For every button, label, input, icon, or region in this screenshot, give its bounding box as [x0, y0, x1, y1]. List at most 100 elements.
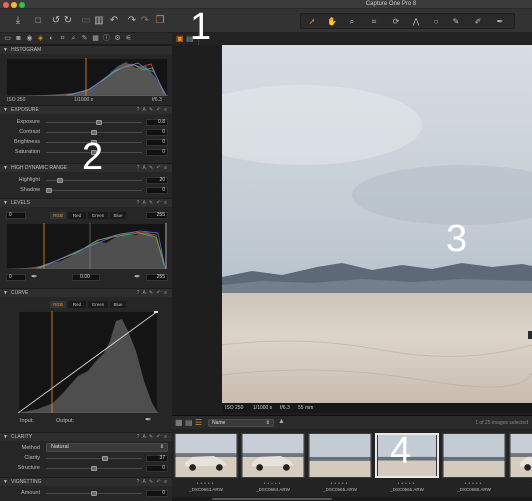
- collapse-caret-icon[interactable]: ▼: [3, 478, 8, 486]
- hdr-value-field[interactable]: 0: [146, 187, 168, 194]
- clarity-header[interactable]: ▼ CLARITY ? A ✎ ↶ ≡: [0, 432, 172, 441]
- hdr-slider-knob[interactable]: [46, 188, 52, 193]
- panel-actions-icons[interactable]: ? A ✎ ↶ ≡: [137, 199, 168, 207]
- compare-icon[interactable]: ▭: [80, 14, 92, 28]
- panel-actions-icons[interactable]: ? A ✎ ↶ ≡: [137, 289, 168, 297]
- levels-input-high[interactable]: 255: [146, 212, 168, 219]
- rotate-icon[interactable]: ⟳: [389, 16, 403, 27]
- thumbnail[interactable]: [509, 433, 532, 478]
- details-tab-icon[interactable]: ⌕: [69, 34, 78, 44]
- trash-icon[interactable]: ▥: [93, 14, 105, 28]
- exposure-value-field[interactable]: 0: [146, 129, 168, 136]
- crop-icon[interactable]: ⌗: [367, 16, 381, 27]
- panel-actions-icons[interactable]: ? A ✎ ↶ ≡: [137, 478, 168, 486]
- levels-tab-blue[interactable]: Blue: [110, 212, 126, 219]
- capture-tab-icon[interactable]: ◙: [14, 34, 23, 44]
- exposure-slider-track[interactable]: [46, 122, 142, 123]
- thumbnail[interactable]: [442, 433, 506, 478]
- clarity-value-field[interactable]: 37: [146, 455, 168, 462]
- minimize-window-button[interactable]: [11, 2, 17, 8]
- batch-tab-icon[interactable]: ⚟: [124, 34, 133, 44]
- exposure-header[interactable]: ▼ EXPOSURE ? A ✎ ↶ ≡: [0, 105, 172, 114]
- grid-view-icon[interactable]: ▦: [175, 418, 183, 427]
- thumbnail[interactable]: [174, 433, 238, 478]
- metadata-tab-icon[interactable]: ⓘ: [102, 34, 111, 44]
- camera-icon[interactable]: ◘: [32, 14, 44, 28]
- clarity-slider-knob[interactable]: [91, 466, 97, 471]
- eraser-icon[interactable]: ✐: [471, 16, 485, 27]
- vignetting-header[interactable]: ▼ VIGNETTING ? A ✎ ↶ ≡: [0, 477, 172, 486]
- list-view-icon[interactable]: ▤: [185, 418, 193, 427]
- lens-tab-icon[interactable]: ◉: [25, 34, 34, 44]
- levels-picker-light-icon[interactable]: ✒: [134, 272, 141, 281]
- collapse-caret-icon[interactable]: ▼: [3, 289, 8, 297]
- curve-tab-red[interactable]: Red: [68, 301, 86, 308]
- levels-input-low[interactable]: 0: [6, 212, 26, 219]
- keystone-icon[interactable]: ⋀: [409, 16, 423, 27]
- hdr-value-field[interactable]: 20: [146, 177, 168, 184]
- output-tab-icon[interactable]: ⚙: [113, 34, 122, 44]
- zoom-window-button[interactable]: [19, 2, 25, 8]
- curve-tab-green[interactable]: Green: [88, 301, 108, 308]
- import-icon[interactable]: ⤓: [12, 14, 24, 28]
- browser-scrollbar[interactable]: [172, 497, 532, 501]
- exposure-value-field[interactable]: 0.8: [146, 119, 168, 126]
- composition-tab-icon[interactable]: ⌗: [58, 34, 67, 44]
- exposure-slider-knob[interactable]: [96, 120, 103, 125]
- collapse-caret-icon[interactable]: ▼: [3, 433, 8, 441]
- reset-icon[interactable]: ↷: [139, 14, 151, 28]
- hdr-slider-track[interactable]: [46, 190, 142, 191]
- exposure-tab-icon[interactable]: ◐: [47, 34, 56, 44]
- loupe-icon[interactable]: ⌕: [345, 16, 359, 27]
- single-view-icon[interactable]: ▣: [176, 34, 184, 43]
- pan-icon[interactable]: ✋: [325, 16, 339, 27]
- thumbnail[interactable]: [241, 433, 305, 478]
- panel-actions-icons[interactable]: ? A ✎ ↶ ≡: [137, 164, 168, 172]
- levels-tab-green[interactable]: Green: [88, 212, 108, 219]
- spot-icon[interactable]: ○: [429, 16, 443, 27]
- redo-icon[interactable]: ↻: [62, 14, 74, 28]
- exposure-slider-knob[interactable]: [91, 130, 97, 135]
- clarity-method-select[interactable]: Natural ⇕: [46, 443, 168, 452]
- library-tab-icon[interactable]: ▭: [3, 34, 12, 44]
- panel-actions-icons[interactable]: ? A ✎ ↶ ≡: [137, 433, 168, 441]
- collapse-caret-icon[interactable]: ▼: [3, 106, 8, 114]
- curve-graph[interactable]: [18, 311, 158, 413]
- sort-select[interactable]: Name ⇕: [208, 419, 274, 427]
- main-photo[interactable]: [222, 45, 532, 403]
- collapse-caret-icon[interactable]: ▼: [3, 46, 8, 54]
- panel-actions-icons[interactable]: ? A ✎ ↶ ≡: [137, 106, 168, 114]
- levels-midpoint[interactable]: 0.00: [72, 274, 100, 281]
- collapse-caret-icon[interactable]: ▼: [3, 199, 8, 207]
- color-tab-icon[interactable]: ◈: [36, 34, 45, 44]
- histogram-header[interactable]: ▼ HISTOGRAM: [0, 45, 172, 54]
- levels-tab-rgb[interactable]: RGB: [50, 212, 66, 219]
- gradient-icon[interactable]: ✒: [493, 16, 507, 27]
- levels-output-high[interactable]: 255: [146, 274, 168, 281]
- brush-icon[interactable]: ✎: [449, 16, 463, 27]
- rotate-right-icon[interactable]: ↷: [126, 14, 138, 28]
- copy-icon[interactable]: ❐: [154, 14, 166, 28]
- hdr-slider-knob[interactable]: [56, 178, 63, 183]
- close-window-button[interactable]: [3, 2, 9, 8]
- curve-tab-rgb[interactable]: RGB: [50, 301, 66, 308]
- adjustments-tab-icon[interactable]: ▦: [91, 34, 100, 44]
- filmstrip-view-icon[interactable]: ☰: [195, 418, 202, 427]
- levels-tab-red[interactable]: Red: [68, 212, 86, 219]
- curve-header[interactable]: ▼ CURVE ? A ✎ ↶ ≡: [0, 288, 172, 297]
- vignetting-slider-knob[interactable]: [91, 491, 97, 496]
- levels-header[interactable]: ▼ LEVELS ? A ✎ ↶ ≡: [0, 198, 172, 207]
- curve-tab-blue[interactable]: Blue: [110, 301, 126, 308]
- exposure-value-field[interactable]: 0: [146, 149, 168, 156]
- clarity-value-field[interactable]: 0: [146, 465, 168, 472]
- rotate-left-icon[interactable]: ↶: [108, 14, 120, 28]
- exposure-value-field[interactable]: 0: [146, 139, 168, 146]
- pointer-icon[interactable]: ➚: [305, 16, 319, 27]
- local-adjust-tab-icon[interactable]: ✎: [80, 34, 89, 44]
- sort-direction-icon[interactable]: ▲: [278, 418, 285, 425]
- vignetting-value-field[interactable]: 0: [146, 490, 168, 497]
- clarity-slider-track[interactable]: [46, 458, 142, 459]
- collapse-caret-icon[interactable]: ▼: [3, 164, 8, 172]
- levels-picker-dark-icon[interactable]: ✒: [31, 272, 38, 281]
- thumbnail[interactable]: [308, 433, 372, 478]
